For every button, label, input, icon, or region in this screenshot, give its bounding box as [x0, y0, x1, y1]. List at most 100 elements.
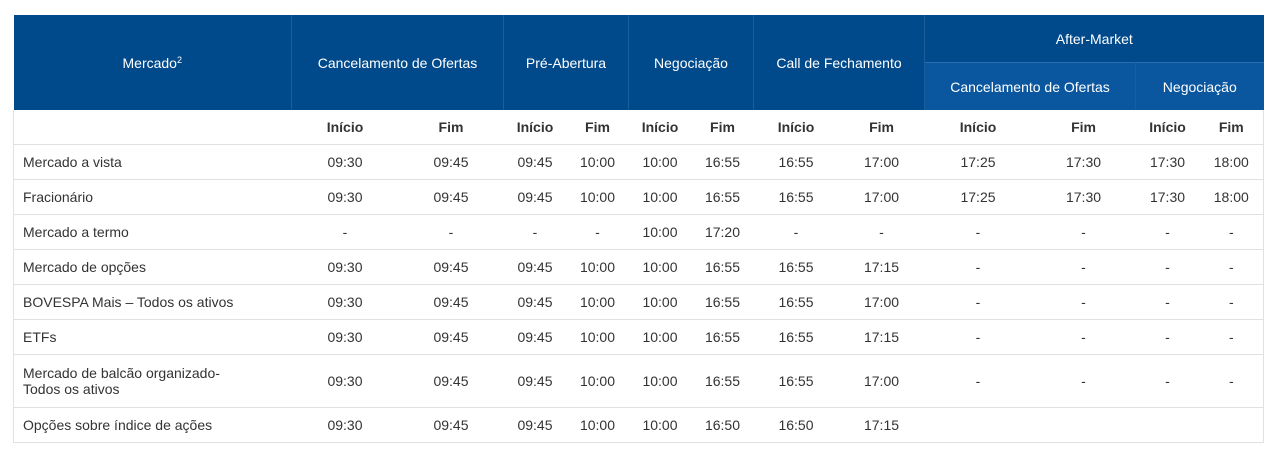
time-cell: 17:25	[924, 179, 1032, 215]
time-cell: -	[924, 214, 1032, 250]
header-after-market: After-Market	[924, 15, 1264, 63]
time-cell: -	[1199, 319, 1265, 355]
time-cell: -	[1135, 214, 1200, 250]
time-cell: 16:55	[691, 319, 754, 355]
time-cell: -	[1031, 249, 1136, 285]
time-cell: 17:00	[838, 144, 925, 180]
time-cell: -	[503, 214, 567, 250]
time-cell: -	[1199, 249, 1265, 285]
market-name-line: Todos os ativos	[23, 381, 120, 397]
time-cell: 09:30	[291, 179, 399, 215]
table-row: Mercado de balcão organizado- Todos os at…	[13, 354, 1265, 408]
time-cell: -	[1199, 354, 1265, 408]
time-cell: -	[924, 249, 1032, 285]
time-cell: 18:00	[1199, 144, 1265, 180]
time-cell: 09:30	[291, 144, 399, 180]
header-pre-abertura: Pré-Abertura	[503, 15, 629, 110]
time-cell: -	[1031, 284, 1136, 320]
time-cell: 17:30	[1031, 144, 1136, 180]
time-cell	[924, 407, 1032, 443]
time-cell: 16:55	[753, 249, 839, 285]
time-cell: 09:45	[503, 144, 567, 180]
time-cell: 09:30	[291, 407, 399, 443]
time-cell: -	[924, 319, 1032, 355]
time-cell	[1031, 407, 1136, 443]
time-cell: 10:00	[628, 144, 692, 180]
time-cell: -	[1135, 284, 1200, 320]
market-name: Mercado de opções	[13, 249, 292, 285]
time-cell: 09:30	[291, 354, 399, 408]
time-cell: -	[838, 214, 925, 250]
time-cell: -	[291, 214, 399, 250]
time-cell: 16:50	[691, 407, 754, 443]
time-cell: 09:45	[503, 249, 567, 285]
time-cell	[1199, 407, 1265, 443]
time-cell: 09:45	[398, 407, 504, 443]
time-cell: 16:55	[753, 354, 839, 408]
time-cell: 10:00	[628, 354, 692, 408]
time-cell: 16:55	[753, 179, 839, 215]
subheader-cell: Fim	[838, 110, 925, 145]
time-cell: 16:55	[691, 144, 754, 180]
time-cell: 09:45	[398, 179, 504, 215]
market-name-line: Mercado de balcão organizado-	[23, 365, 220, 381]
time-cell: 10:00	[566, 249, 629, 285]
time-cell: -	[924, 354, 1032, 408]
time-cell: 17:30	[1031, 179, 1136, 215]
time-cell: 10:00	[566, 284, 629, 320]
market-name: BOVESPA Mais – Todos os ativos	[13, 284, 292, 320]
subheader-row: Início Fim Início Fim Início Fim Início …	[13, 110, 1265, 145]
header-mercado-label: Mercado	[122, 54, 177, 71]
time-cell: 17:15	[838, 249, 925, 285]
time-cell: 10:00	[628, 284, 692, 320]
market-name: ETFs	[13, 319, 292, 355]
time-cell: 17:30	[1135, 179, 1200, 215]
time-cell: -	[1135, 319, 1200, 355]
time-cell: 09:45	[503, 407, 567, 443]
time-cell: 09:45	[398, 249, 504, 285]
time-cell: 16:55	[753, 284, 839, 320]
footnote-marker: 2	[176, 54, 182, 65]
table-row: Mercado a vista 09:30 09:45 09:45 10:00 …	[13, 144, 1265, 180]
time-cell: 18:00	[1199, 179, 1265, 215]
time-cell: -	[924, 284, 1032, 320]
time-cell: -	[398, 214, 504, 250]
table-row: ETFs 09:30 09:45 09:45 10:00 10:00 16:55…	[13, 319, 1265, 355]
header-after-negociacao: Negociação	[1135, 62, 1264, 110]
market-name: Fracionário	[13, 179, 292, 215]
market-name: Mercado a termo	[13, 214, 292, 250]
time-cell: 17:30	[1135, 144, 1200, 180]
time-cell: 10:00	[566, 144, 629, 180]
subheader-cell: Início	[1135, 110, 1200, 145]
subheader-cell: Fim	[398, 110, 504, 145]
time-cell: 09:45	[398, 144, 504, 180]
time-cell: 17:20	[691, 214, 754, 250]
header-mercado: Mercado2	[13, 15, 292, 110]
time-cell: 16:55	[691, 354, 754, 408]
time-cell: -	[566, 214, 629, 250]
subheader-cell: Fim	[1199, 110, 1265, 145]
time-cell: 16:55	[753, 319, 839, 355]
header-cancelamento: Cancelamento de Ofertas	[291, 15, 504, 110]
time-cell: 09:45	[503, 284, 567, 320]
time-cell: 10:00	[628, 249, 692, 285]
market-name: Opções sobre índice de ações	[13, 407, 292, 443]
subheader-cell: Fim	[1031, 110, 1136, 145]
time-cell: 09:45	[503, 319, 567, 355]
time-cell: 09:45	[398, 319, 504, 355]
header-after-cancelamento: Cancelamento de Ofertas	[924, 62, 1137, 110]
subheader-cell: Início	[753, 110, 839, 145]
time-cell: -	[1199, 214, 1265, 250]
time-cell: 17:00	[838, 179, 925, 215]
time-cell: -	[753, 214, 839, 250]
market-name: Mercado de balcão organizado- Todos os at…	[13, 354, 292, 408]
time-cell: 10:00	[628, 407, 692, 443]
header-call-fechamento: Call de Fechamento	[753, 15, 926, 110]
table-row: Fracionário 09:30 09:45 09:45 10:00 10:0…	[13, 179, 1265, 215]
time-cell: 10:00	[566, 319, 629, 355]
time-cell: 09:45	[503, 354, 567, 408]
subheader-empty	[13, 110, 292, 145]
time-cell: 10:00	[566, 407, 629, 443]
time-cell: 09:30	[291, 249, 399, 285]
header-negociacao: Negociação	[628, 15, 754, 110]
